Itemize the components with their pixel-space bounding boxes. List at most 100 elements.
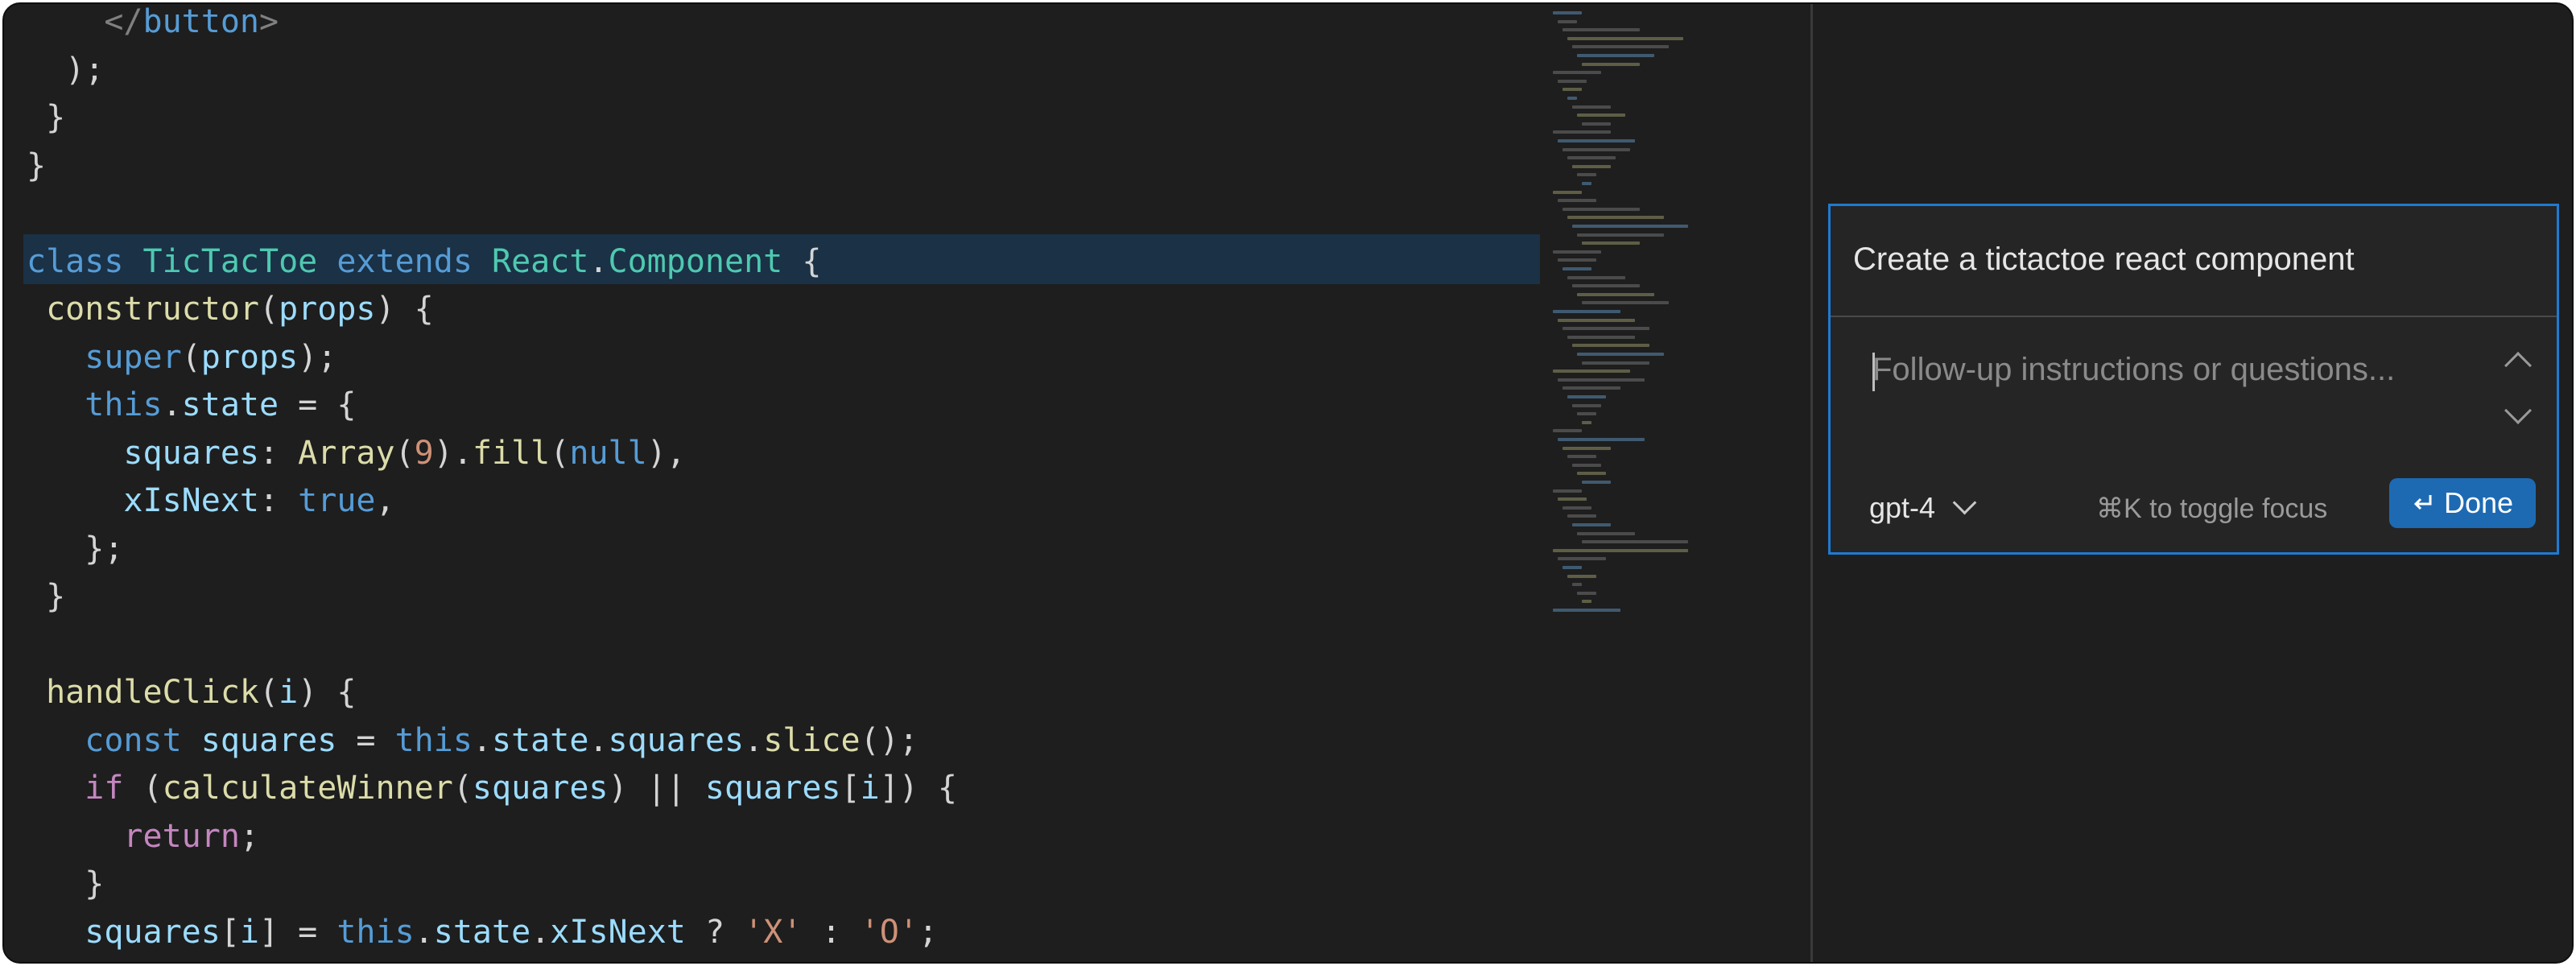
- code-token: 9: [414, 434, 434, 472]
- code-token: ?: [685, 913, 745, 951]
- code-token: ,: [375, 482, 395, 519]
- code-line: if (calculateWinner(squares) || squares[…: [27, 764, 957, 812]
- minimap-line: [1553, 429, 1582, 433]
- minimap[interactable]: [1540, 4, 1810, 962]
- code-token: ;: [918, 913, 938, 951]
- minimap-line: [1563, 207, 1640, 211]
- code-line: return;: [27, 812, 259, 861]
- enter-icon: [2413, 495, 2432, 510]
- code-token: class: [27, 242, 143, 280]
- code-token: [: [840, 770, 861, 807]
- minimap-line: [1582, 600, 1591, 604]
- code-line: constructor(props) {: [27, 285, 434, 333]
- code-token: {: [782, 242, 822, 280]
- minimap-line: [1567, 395, 1606, 398]
- code-token: return: [27, 817, 240, 855]
- code-token: handleClick: [27, 674, 259, 711]
- code-token: .: [744, 721, 764, 759]
- code-token: ]) {: [879, 770, 958, 807]
- code-token: 'X': [744, 913, 803, 951]
- code-token: squares: [27, 913, 221, 951]
- chevron-down-icon[interactable]: [2504, 397, 2532, 424]
- code-token: }: [27, 865, 105, 902]
- minimap-line: [1572, 45, 1669, 49]
- code-line: squares[i] = this.state.xIsNext ? 'X' : …: [27, 908, 938, 956]
- code-token: :: [802, 913, 861, 951]
- minimap-line: [1567, 335, 1635, 339]
- code-token: [: [220, 913, 240, 951]
- minimap-line: [1558, 19, 1577, 23]
- minimap-line: [1577, 233, 1664, 237]
- code-token: constructor: [27, 291, 259, 328]
- code-token: }: [27, 99, 66, 136]
- minimap-line: [1553, 369, 1630, 374]
- code-editor[interactable]: </button> ); }} class TicTacToe extends R…: [4, 3, 1540, 962]
- code-token: this: [27, 386, 163, 423]
- code-token: ;: [239, 817, 259, 855]
- code-token: state: [433, 913, 531, 951]
- code-token: :: [258, 482, 299, 519]
- minimap-line: [1558, 139, 1635, 142]
- code-token: 'O': [860, 913, 919, 951]
- code-token: (: [452, 770, 473, 807]
- code-token: );: [27, 51, 105, 89]
- code-token: }: [27, 578, 66, 615]
- code-line: }: [27, 142, 46, 190]
- code-token: ();: [860, 721, 919, 759]
- minimap-line: [1582, 62, 1640, 66]
- code-token: this: [336, 913, 415, 951]
- code-token: slice: [763, 721, 861, 759]
- code-line: this.state = {: [27, 381, 356, 429]
- code-line: }: [27, 572, 65, 621]
- panel-divider: [1831, 316, 2557, 317]
- minimap-line: [1553, 548, 1688, 552]
- code-token: props: [200, 338, 299, 376]
- minimap-line: [1567, 156, 1616, 160]
- minimap-line: [1553, 609, 1620, 612]
- minimap-line: [1582, 361, 1649, 365]
- minimap-line: [1563, 506, 1591, 510]
- code-token: </: [104, 3, 143, 40]
- code-line: }: [27, 93, 65, 142]
- code-token: ] =: [259, 913, 337, 951]
- code-line: class TicTacToe extends React.Component …: [27, 237, 821, 286]
- model-select[interactable]: gpt-4: [1869, 490, 1977, 525]
- code-line: super(props);: [27, 333, 336, 382]
- minimap-line: [1582, 540, 1688, 544]
- code-line: squares: Array(9).fill(null),: [27, 429, 686, 477]
- code-token: .: [162, 386, 182, 423]
- code-line: }: [27, 860, 104, 908]
- code-token: i: [279, 674, 299, 711]
- minimap-line: [1582, 122, 1611, 126]
- code-token: squares: [200, 721, 337, 759]
- code-token: squares: [704, 770, 841, 807]
- minimap-line: [1558, 438, 1645, 441]
- done-button[interactable]: Done: [2389, 478, 2536, 528]
- minimap-line: [1577, 531, 1635, 535]
- minimap-line: [1563, 327, 1649, 331]
- code-token: super: [27, 338, 182, 376]
- code-line: };: [27, 525, 123, 573]
- minimap-line: [1567, 97, 1577, 100]
- code-line: const squares = this.state.squares.slice…: [27, 716, 919, 765]
- chevron-up-icon[interactable]: [2504, 352, 2532, 379]
- minimap-line: [1577, 114, 1625, 118]
- code-token: );: [298, 338, 337, 376]
- code-token: ),: [646, 434, 686, 472]
- code-token: xIsNext: [550, 913, 686, 951]
- minimap-line: [1553, 250, 1601, 254]
- code-token: >: [259, 3, 279, 40]
- code-token: ) {: [375, 291, 434, 328]
- followup-input[interactable]: Follow-up instructions or questions...: [1872, 348, 2468, 391]
- minimap-line: [1572, 105, 1611, 109]
- code-token: props: [279, 291, 376, 328]
- code-token: const: [27, 721, 201, 759]
- code-token: (: [258, 674, 279, 711]
- minimap-line: [1572, 403, 1601, 407]
- minimap-line: [1572, 344, 1649, 348]
- minimap-line: [1567, 455, 1596, 459]
- minimap-line: [1563, 28, 1640, 32]
- code-line: </button>: [27, 3, 279, 46]
- minimap-line: [1582, 242, 1640, 246]
